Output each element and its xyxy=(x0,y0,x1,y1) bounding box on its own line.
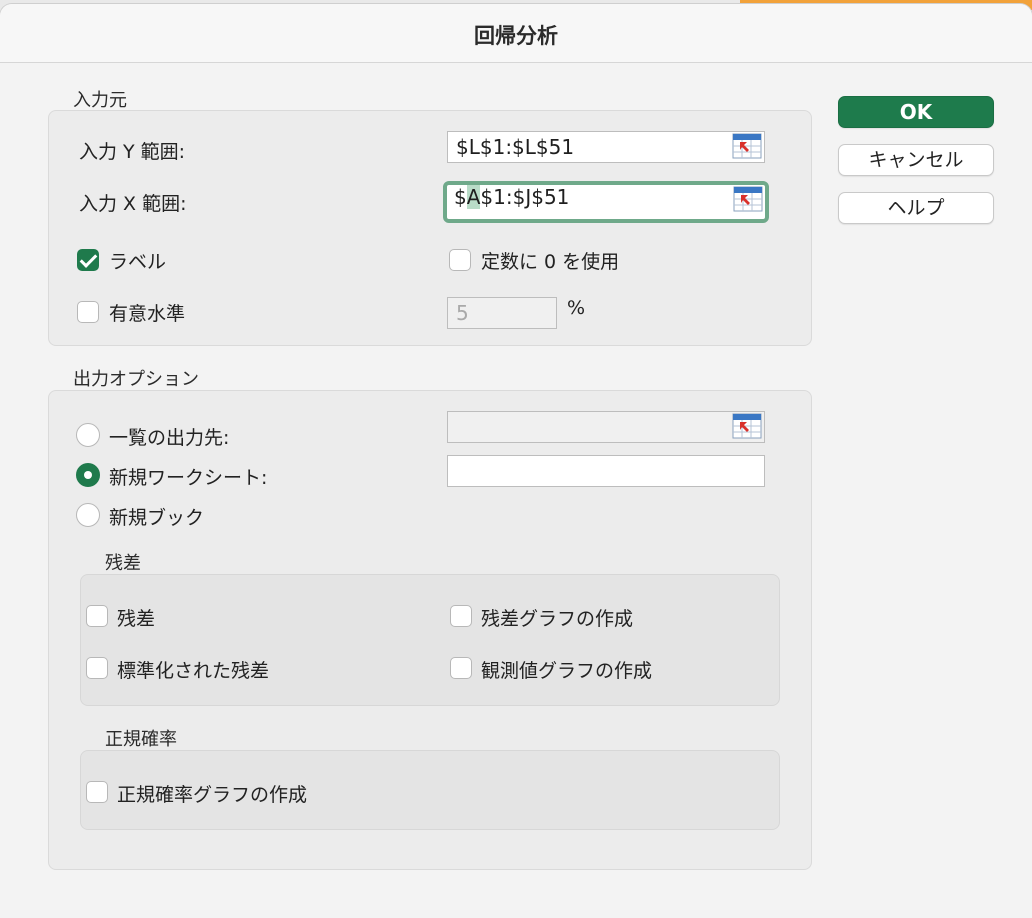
output-range-label: 一覧の出力先: xyxy=(109,427,230,449)
residuals-group-label: 残差 xyxy=(105,553,141,574)
confidence-level-checkbox[interactable] xyxy=(77,301,99,323)
help-button[interactable]: ヘルプ xyxy=(838,192,994,224)
input-y-range-label: 入力 Y 範囲: xyxy=(79,141,186,163)
labels-checkbox-label: ラベル xyxy=(109,251,167,273)
new-workbook-label: 新規ブック xyxy=(109,507,205,529)
residuals-panel: 残差 残差グラフの作成 標準化された残差 観測値グラフの作成 xyxy=(80,574,780,706)
input-y-range-value: $L$1:$L$51 xyxy=(456,135,575,159)
residuals-label: 残差 xyxy=(117,608,156,630)
confidence-level-label: 有意水準 xyxy=(109,303,186,325)
new-worksheet-name-field[interactable] xyxy=(447,455,765,487)
normal-probability-plots-label: 正規確率グラフの作成 xyxy=(117,784,308,806)
input-y-range-field[interactable]: $L$1:$L$51 xyxy=(447,131,765,163)
output-group-label: 出力オプション xyxy=(73,369,199,390)
standardized-residuals-checkbox[interactable] xyxy=(86,657,108,679)
normal-probability-panel: 正規確率グラフの作成 xyxy=(80,750,780,830)
input-group-label: 入力元 xyxy=(73,90,127,111)
range-select-icon[interactable] xyxy=(733,186,763,212)
output-range-field[interactable] xyxy=(447,411,765,443)
residuals-checkbox[interactable] xyxy=(86,605,108,627)
input-x-range-label: 入力 X 範囲: xyxy=(79,193,187,215)
cancel-button[interactable]: キャンセル xyxy=(838,144,994,176)
normal-probability-plots-checkbox[interactable] xyxy=(86,781,108,803)
x-range-value-part: $ xyxy=(454,185,467,209)
regression-dialog: 回帰分析 OK キャンセル ヘルプ 入力元 入力 Y 範囲: $L$1:$L$5… xyxy=(0,4,1032,918)
input-x-range-value: $A$1:$J$51 xyxy=(454,185,569,209)
confidence-level-input[interactable]: 5 xyxy=(447,297,557,329)
residual-plots-label: 残差グラフの作成 xyxy=(481,608,634,630)
standardized-residuals-label: 標準化された残差 xyxy=(117,660,270,682)
dialog-titlebar: 回帰分析 xyxy=(0,4,1032,63)
output-range-radio[interactable] xyxy=(76,423,100,447)
input-x-range-field[interactable]: $A$1:$J$51 xyxy=(443,181,769,223)
line-fit-plots-checkbox[interactable] xyxy=(450,657,472,679)
new-worksheet-label: 新規ワークシート: xyxy=(109,467,268,489)
input-panel: 入力 Y 範囲: $L$1:$L$51 入力 X 範囲: $A$1:$J$51 xyxy=(48,110,812,346)
x-range-value-part: $1:$J$51 xyxy=(480,185,570,209)
normal-probability-group-label: 正規確率 xyxy=(105,729,177,750)
constant-zero-label: 定数に 0 を使用 xyxy=(481,251,620,273)
confidence-level-value: 5 xyxy=(456,301,469,325)
new-workbook-radio[interactable] xyxy=(76,503,100,527)
output-panel: 一覧の出力先: 新規ワークシート: 新規ブック 残差 残差 残差グラフの作成 標… xyxy=(48,390,812,870)
dialog-title: 回帰分析 xyxy=(474,24,558,48)
residual-plots-checkbox[interactable] xyxy=(450,605,472,627)
ok-button[interactable]: OK xyxy=(838,96,994,128)
text-selection: A xyxy=(466,185,481,209)
range-select-icon[interactable] xyxy=(732,133,762,159)
line-fit-plots-label: 観測値グラフの作成 xyxy=(481,660,653,682)
constant-zero-checkbox[interactable] xyxy=(449,249,471,271)
new-worksheet-radio[interactable] xyxy=(76,463,100,487)
percent-sign: % xyxy=(567,297,586,319)
range-select-icon[interactable] xyxy=(732,413,762,439)
labels-checkbox[interactable] xyxy=(77,249,99,271)
